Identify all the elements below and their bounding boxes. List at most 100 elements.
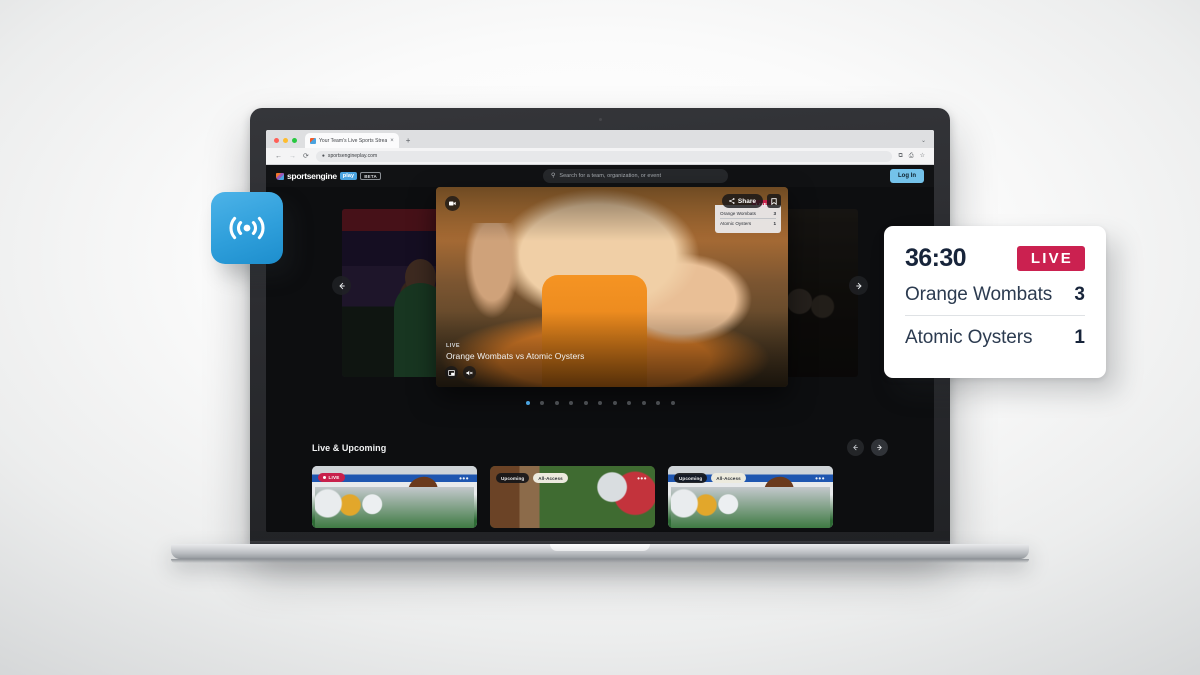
- new-tab-button[interactable]: +: [406, 137, 411, 148]
- event-card-badges: LIVE: [318, 473, 345, 482]
- video-title: Orange Wombats vs Atomic Oysters: [446, 351, 585, 361]
- scorecard-row: Atomic Oysters 1: [905, 316, 1085, 358]
- broadcast-icon: [229, 216, 265, 240]
- search-icon: ⚲: [550, 173, 556, 179]
- event-card[interactable]: Upcoming All-Access •••: [668, 466, 833, 528]
- promo-scene: Your Team's Live Sports Strea × + ⌄ ← → …: [0, 0, 1200, 675]
- omnibar-icons: ⧉ ⎙ ☆: [899, 153, 926, 159]
- hero-carousel: Share LIVE: [266, 187, 934, 439]
- event-card[interactable]: Upcoming All-Access •••: [490, 466, 655, 528]
- broadcast-badge: [211, 192, 283, 264]
- arrow-left-icon: [853, 444, 858, 451]
- close-window-button[interactable]: [274, 138, 279, 143]
- more-options-icon[interactable]: •••: [459, 475, 469, 483]
- url-text: sportsengineplay.com: [327, 153, 378, 159]
- arrow-left-icon: [338, 282, 345, 289]
- back-button[interactable]: ←: [275, 153, 282, 160]
- laptop-base-shadow: [171, 559, 1029, 563]
- search-placeholder: Search for a team, organization, or even…: [559, 173, 662, 179]
- carousel-dot[interactable]: [641, 401, 646, 405]
- section-header: Live & Upcoming: [312, 439, 888, 456]
- video-metadata: LIVE Orange Wombats vs Atomic Oysters: [446, 343, 584, 361]
- live-dot-icon: [323, 476, 326, 479]
- carousel-dot[interactable]: [554, 401, 559, 405]
- reload-button[interactable]: ⟳: [303, 153, 309, 160]
- brand-name: sportsengine: [287, 171, 337, 181]
- carousel-dot[interactable]: [583, 401, 588, 405]
- live-upcoming-card-row: LIVE ••• Upcoming All-Access ••• Upcoming All-…: [312, 466, 888, 528]
- more-options-icon[interactable]: •••: [815, 475, 825, 483]
- carousel-dot[interactable]: [612, 401, 617, 405]
- mini-team-name: Atomic Oysters: [720, 221, 752, 226]
- share-icon: [729, 198, 735, 204]
- team-name: Orange Wombats: [905, 284, 1053, 305]
- team-name: Atomic Oysters: [905, 327, 1033, 348]
- floating-scorecard: 36:30 LIVE Orange Wombats 3 Atomic Oyste…: [884, 226, 1106, 378]
- chevron-down-icon[interactable]: ⌄: [921, 137, 926, 148]
- event-card[interactable]: LIVE •••: [312, 466, 477, 528]
- carousel-dot[interactable]: [598, 401, 602, 405]
- live-badge-label: LIVE: [328, 475, 340, 480]
- url-input[interactable]: ● sportsengineplay.com: [315, 150, 892, 162]
- team-score: 1: [1074, 327, 1085, 348]
- share-button[interactable]: Share: [721, 194, 763, 208]
- carousel-dot[interactable]: [656, 401, 660, 405]
- browser-tabstrip: Your Team's Live Sports Strea × + ⌄: [266, 130, 934, 148]
- laptop-mockup: Your Team's Live Sports Strea × + ⌄ ← → …: [171, 108, 1029, 608]
- picture-in-picture-button[interactable]: [445, 366, 458, 379]
- bookmark-page-icon[interactable]: ☆: [920, 153, 925, 159]
- upcoming-badge: Upcoming: [496, 473, 530, 483]
- bookmark-button[interactable]: [767, 194, 781, 208]
- video-mini-scoreboard: Orange Wombats 3 Atomic Oysters 1: [715, 205, 781, 233]
- video-camera-icon[interactable]: [445, 196, 460, 211]
- pip-icon: [448, 369, 455, 376]
- close-tab-icon[interactable]: ×: [390, 138, 394, 144]
- featured-video-card[interactable]: Share LIVE: [436, 187, 788, 387]
- log-in-button[interactable]: Log In: [890, 169, 924, 183]
- carousel-dot[interactable]: [540, 401, 544, 405]
- laptop-screen: Your Team's Live Sports Strea × + ⌄ ← → …: [266, 130, 934, 532]
- carousel-dot[interactable]: [670, 401, 675, 405]
- lock-icon: ●: [321, 152, 325, 159]
- brand-logo[interactable]: sportsengine play BETA: [276, 171, 381, 181]
- maximize-window-button[interactable]: [292, 138, 297, 143]
- share-label: Share: [737, 197, 756, 205]
- brand-beta-badge: BETA: [360, 172, 381, 180]
- all-access-badge: All-Access: [711, 473, 746, 483]
- arrow-right-icon: [855, 282, 862, 289]
- mini-score-row: Orange Wombats 3: [720, 209, 776, 218]
- sportsengine-play-site: sportsengine play BETA ⚲ Search for a te…: [266, 165, 934, 532]
- section-prev-button[interactable]: [847, 439, 864, 456]
- carousel-next-button[interactable]: [849, 276, 868, 295]
- live-badge: LIVE: [318, 473, 345, 482]
- window-controls[interactable]: [274, 138, 297, 148]
- search-input[interactable]: ⚲ Search for a team, organization, or ev…: [542, 169, 728, 183]
- carousel-prev-button[interactable]: [332, 276, 351, 295]
- carousel-dot[interactable]: [627, 401, 631, 405]
- carousel-pagination[interactable]: [266, 401, 934, 405]
- browser-omnibar: ← → ⟳ ● sportsengineplay.com ⧉ ⎙ ☆: [266, 148, 934, 165]
- site-navbar: sportsengine play BETA ⚲ Search for a te…: [266, 165, 934, 187]
- live-status-badge: LIVE: [1016, 246, 1085, 271]
- mini-team-name: Orange Wombats: [720, 211, 756, 216]
- share-page-icon[interactable]: ⎙: [909, 153, 914, 159]
- minimize-window-button[interactable]: [283, 138, 288, 143]
- scorecard-row: Orange Wombats 3: [905, 273, 1085, 315]
- laptop-base: [171, 544, 1029, 559]
- more-options-icon[interactable]: •••: [637, 475, 647, 483]
- bookmark-icon: [771, 197, 777, 205]
- browser-chrome: Your Team's Live Sports Strea × + ⌄ ← → …: [266, 130, 934, 165]
- mute-button[interactable]: [463, 366, 476, 379]
- extensions-icon[interactable]: ⧉: [899, 153, 903, 159]
- forward-button[interactable]: →: [289, 153, 296, 160]
- event-card-badges: Upcoming All-Access: [674, 473, 746, 483]
- share-bookmark-row: Share: [721, 194, 781, 208]
- mute-icon: [466, 370, 473, 375]
- carousel-dot[interactable]: [525, 401, 530, 405]
- section-arrows: [847, 439, 888, 456]
- browser-tab[interactable]: Your Team's Live Sports Strea ×: [305, 133, 399, 148]
- section-next-button[interactable]: [871, 439, 888, 456]
- carousel-dot[interactable]: [569, 401, 573, 405]
- event-card-badges: Upcoming All-Access: [496, 473, 568, 483]
- laptop-lid: Your Team's Live Sports Strea × + ⌄ ← → …: [250, 108, 950, 546]
